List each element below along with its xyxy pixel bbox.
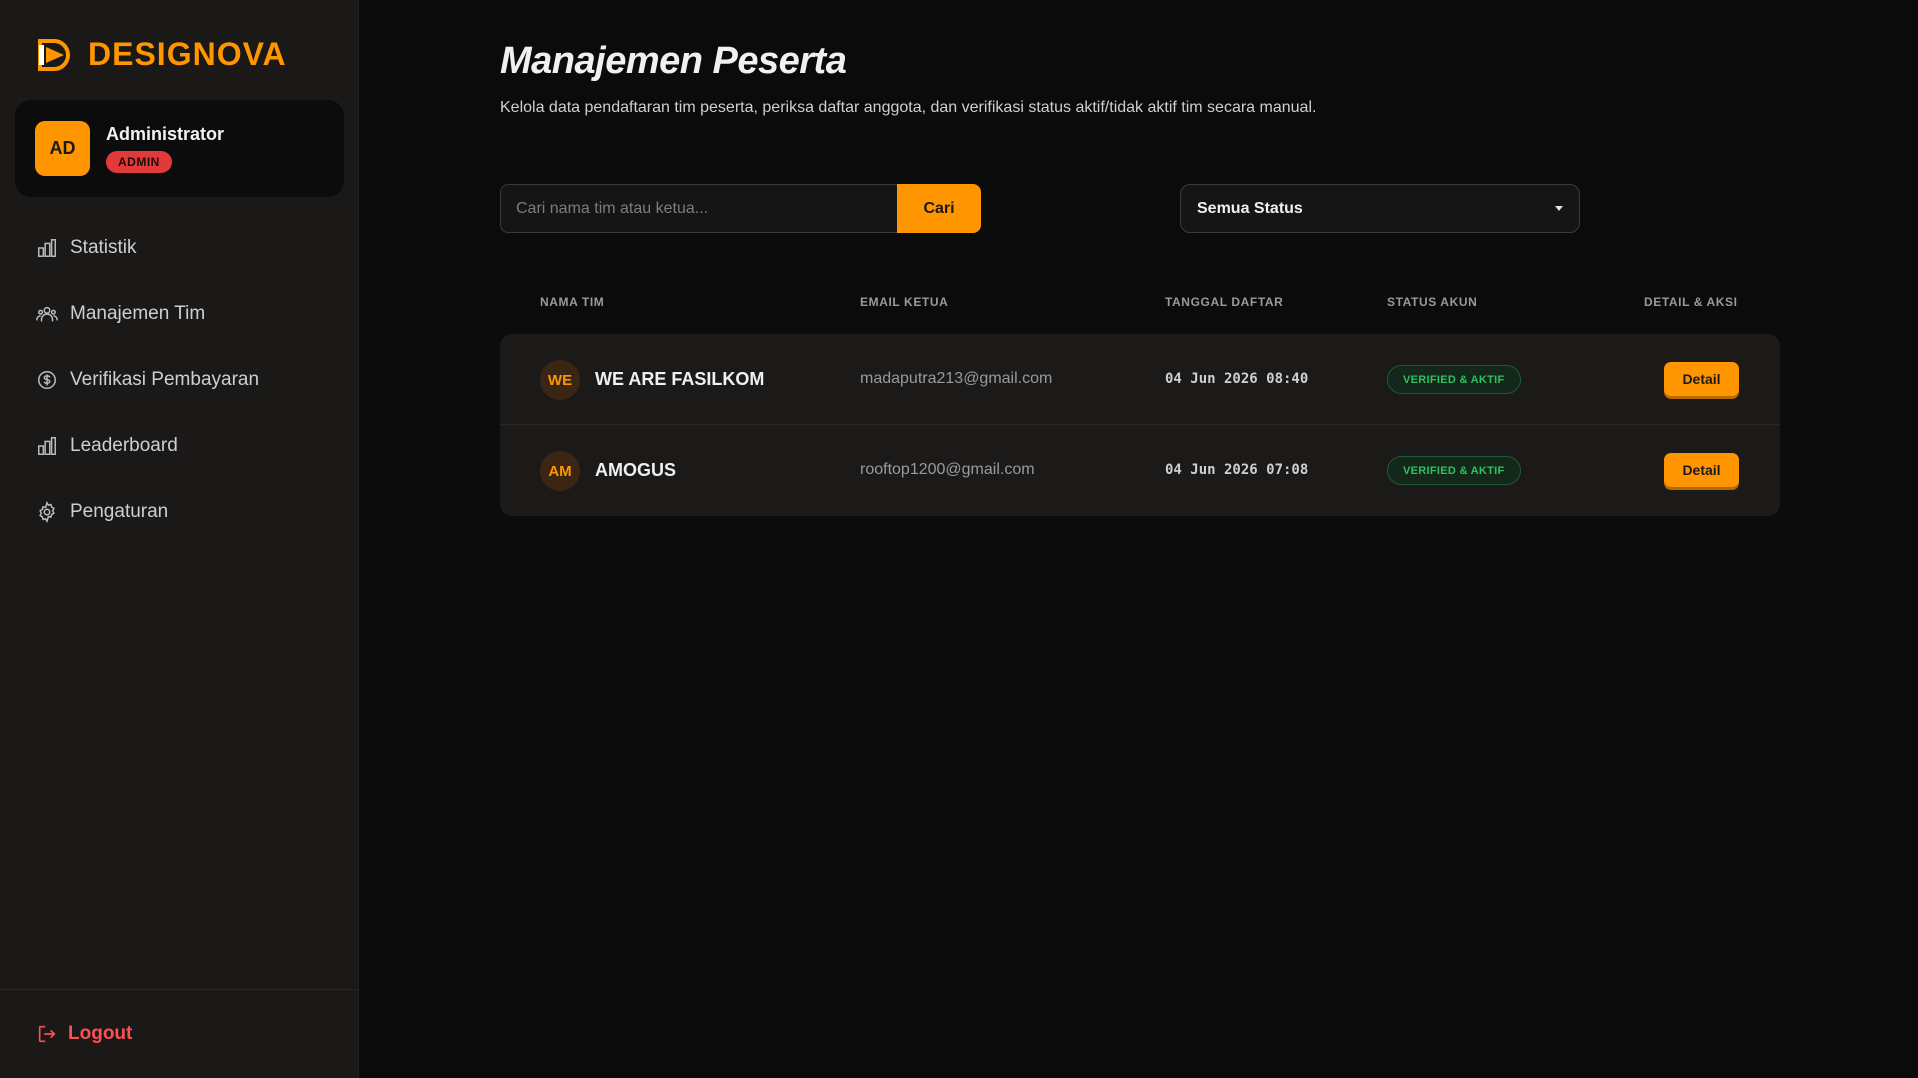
brand-logo-icon bbox=[38, 38, 70, 71]
table-row: AM AMOGUS rooftop1200@gmail.com 04 Jun 2… bbox=[500, 425, 1780, 516]
leader-email: madaputra213@gmail.com bbox=[860, 370, 1053, 387]
profile-info: Administrator ADMIN bbox=[106, 124, 224, 173]
detail-button[interactable]: Detail bbox=[1664, 453, 1739, 487]
register-date: 04 Jun 2026 08:40 bbox=[1165, 371, 1309, 387]
profile-name: Administrator bbox=[106, 124, 225, 144]
detail-button[interactable]: Detail bbox=[1664, 362, 1739, 396]
logout-label: Logout bbox=[68, 1023, 133, 1044]
sidebar-nav: Statistik Manajemen Tim Verifikasi Pemba… bbox=[0, 215, 358, 545]
sidebar-item-label: Leaderboard bbox=[70, 435, 178, 456]
register-date: 04 Jun 2026 07:08 bbox=[1165, 462, 1309, 478]
column-header-date: TANGGAL DAFTAR bbox=[1165, 295, 1284, 309]
avatar: AD bbox=[35, 121, 90, 176]
main-content: Manajemen Peserta Kelola data pendaftara… bbox=[359, 0, 1918, 1078]
status-filter-value: Semua Status bbox=[1197, 199, 1303, 217]
profile-card: AD Administrator ADMIN bbox=[15, 100, 344, 197]
column-header-actions: DETAIL & AKSI bbox=[1644, 295, 1738, 309]
sidebar: DESIGNOVA AD Administrator ADMIN Statist… bbox=[0, 0, 359, 1078]
brand-name: DESIGNOVA bbox=[88, 36, 287, 72]
table-header: NAMA TIM EMAIL KETUA TANGGAL DAFTAR STAT… bbox=[500, 287, 1780, 317]
sidebar-footer: Logout bbox=[0, 989, 358, 1078]
team-avatar: WE bbox=[540, 360, 580, 400]
team-name: WE ARE FASILKOM bbox=[595, 369, 765, 389]
bar-chart-icon bbox=[38, 239, 56, 257]
sidebar-item-label: Manajemen Tim bbox=[70, 303, 206, 324]
sidebar-item-manajemen-tim[interactable]: Manajemen Tim bbox=[0, 281, 358, 347]
search-bar: Cari bbox=[500, 184, 981, 233]
column-header-email: EMAIL KETUA bbox=[860, 295, 949, 309]
brand[interactable]: DESIGNOVA bbox=[36, 36, 287, 73]
caret-down-icon bbox=[1555, 206, 1563, 211]
leader-email: rooftop1200@gmail.com bbox=[860, 461, 1035, 478]
users-icon bbox=[36, 306, 58, 322]
column-header-status: STATUS AKUN bbox=[1387, 295, 1478, 309]
team-table: WE WE ARE FASILKOM madaputra213@gmail.co… bbox=[500, 334, 1780, 516]
page-title: Manajemen Peserta bbox=[500, 40, 847, 82]
logout-button[interactable]: Logout bbox=[36, 1023, 132, 1045]
page-description: Kelola data pendaftaran tim peserta, per… bbox=[500, 99, 1317, 116]
logout-icon bbox=[38, 1025, 56, 1043]
gear-icon bbox=[39, 501, 55, 523]
column-header-team: NAMA TIM bbox=[540, 295, 605, 309]
table-row: WE WE ARE FASILKOM madaputra213@gmail.co… bbox=[500, 334, 1780, 425]
role-badge: ADMIN bbox=[106, 151, 172, 173]
status-filter-select[interactable]: Semua Status bbox=[1180, 184, 1580, 233]
sidebar-item-pengaturan[interactable]: Pengaturan bbox=[0, 479, 358, 545]
team-avatar: AM bbox=[540, 451, 580, 491]
sidebar-item-label: Statistik bbox=[70, 237, 137, 258]
app-root: DESIGNOVA AD Administrator ADMIN Statist… bbox=[0, 0, 1918, 1078]
sidebar-item-leaderboard[interactable]: Leaderboard bbox=[0, 413, 358, 479]
status-badge: VERIFIED & AKTIF bbox=[1387, 456, 1521, 485]
dollar-circle-icon bbox=[38, 371, 56, 389]
bar-chart-icon bbox=[38, 437, 56, 455]
sidebar-item-verifikasi-pembayaran[interactable]: Verifikasi Pembayaran bbox=[0, 347, 358, 413]
sidebar-item-label: Pengaturan bbox=[70, 501, 169, 522]
team-name: AMOGUS bbox=[595, 460, 676, 480]
status-badge: VERIFIED & AKTIF bbox=[1387, 365, 1521, 394]
search-input[interactable] bbox=[500, 184, 897, 233]
sidebar-item-statistik[interactable]: Statistik bbox=[0, 215, 358, 281]
search-button[interactable]: Cari bbox=[897, 184, 981, 233]
sidebar-item-label: Verifikasi Pembayaran bbox=[70, 369, 260, 390]
